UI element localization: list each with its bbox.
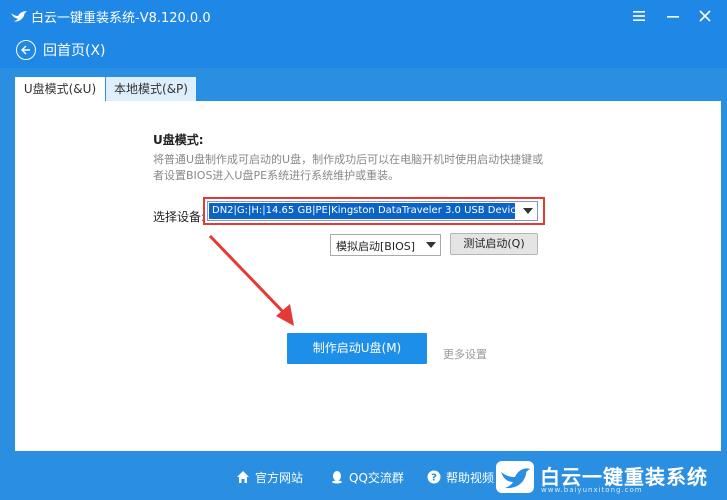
minimize-icon[interactable] [662, 5, 684, 27]
usb-mode-description: 将普通U盘制作成可启动的U盘，制作成功后可以在电脑开机时使用启动快捷键或者设置B… [153, 153, 544, 182]
test-boot-button[interactable]: 测试启动(Q) [450, 233, 538, 255]
footer-help-video-label: 帮助视频 [446, 470, 495, 485]
bird-logo-icon [10, 11, 28, 22]
back-home-label: 回首页(X) [43, 43, 106, 59]
footer-qq-group-label: QQ交流群 [349, 470, 404, 485]
brand-url: www.baiyunxitong.com [541, 486, 643, 494]
svg-text:?: ? [431, 473, 437, 484]
tab-usb-mode[interactable]: U盘模式(&U) [15, 77, 105, 101]
footer-qq-group-link[interactable]: QQ交流群 [330, 468, 404, 486]
footer-help-video-link[interactable]: ? 帮助视频 [427, 468, 494, 486]
qq-icon [332, 471, 342, 484]
chevron-down-icon [426, 242, 436, 248]
back-arrow-icon [16, 40, 36, 60]
title-bar: 白云一键重装系统-V8.120.0.0 [0, 0, 727, 32]
menu-icon[interactable] [628, 5, 650, 27]
chevron-down-icon [523, 208, 533, 214]
section-title: U盘模式: [153, 133, 204, 147]
home-icon [237, 471, 249, 483]
back-home-button[interactable]: 回首页(X) [16, 38, 106, 62]
device-label: 选择设备: [153, 210, 206, 224]
more-settings-link[interactable]: 更多设置 [443, 346, 487, 362]
nav-bar: 回首页(X) [0, 32, 727, 68]
boot-mode-value: 模拟启动[BIOS] [336, 240, 416, 253]
footer-official-site-label: 官方网站 [255, 470, 304, 485]
tab-local-mode[interactable]: 本地模式(&P) [106, 77, 196, 101]
device-select-value: DN2|G:|H:|14.65 GB|PE|Kingston DataTrave… [209, 203, 515, 219]
boot-mode-select[interactable]: 模拟启动[BIOS] [330, 234, 441, 256]
footer-official-site-link[interactable]: 官方网站 [236, 468, 303, 486]
brand-logo-icon [496, 461, 534, 493]
make-boot-usb-button[interactable]: 制作启动U盘(M) [287, 333, 427, 364]
app-title: 白云一键重装系统-V8.120.0.0 [31, 11, 211, 26]
close-icon[interactable] [694, 5, 716, 27]
device-select[interactable]: DN2|G:|H:|14.65 GB|PE|Kingston DataTrave… [207, 201, 538, 221]
help-icon: ? [427, 470, 441, 484]
